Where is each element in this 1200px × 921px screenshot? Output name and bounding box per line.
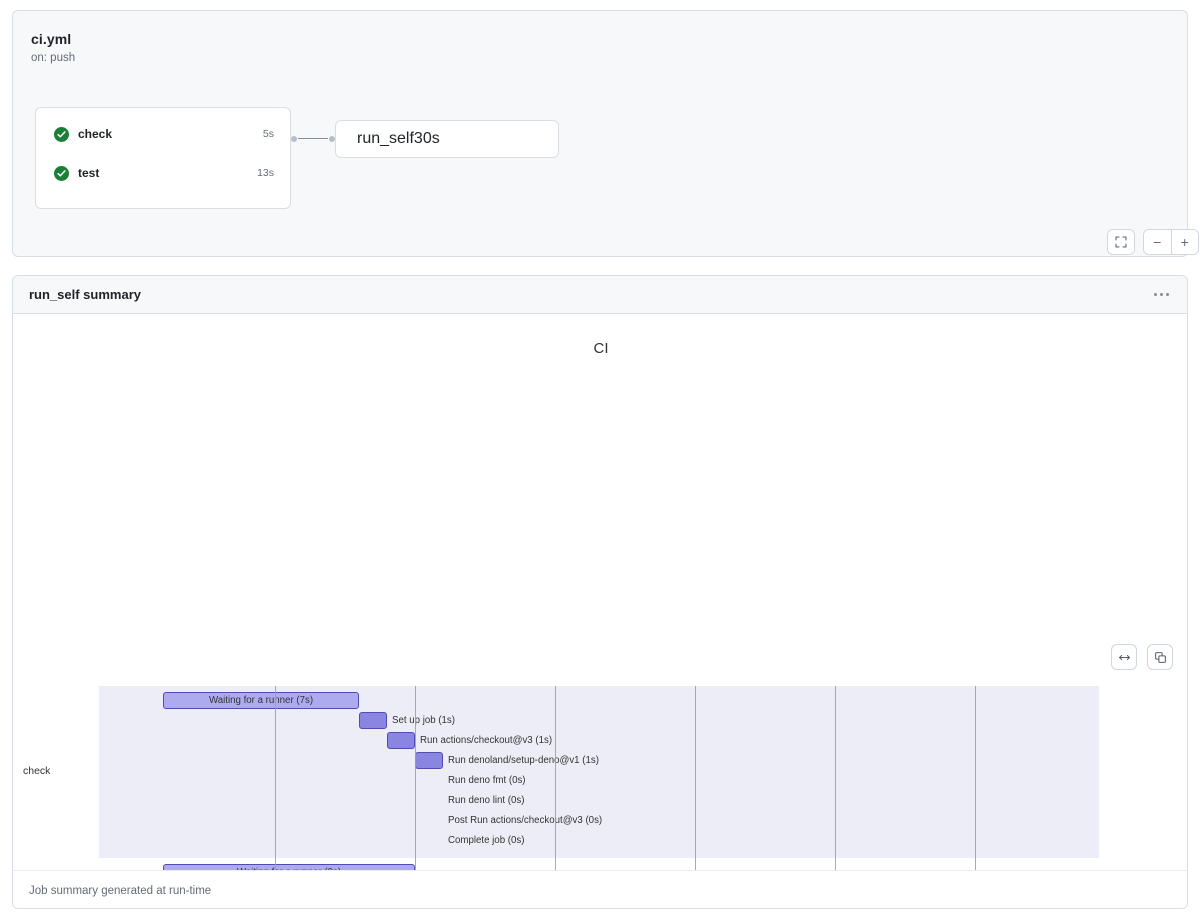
workflow-file-title: ci.yml [31,31,72,47]
graph-fit-button[interactable] [1107,229,1135,255]
horizontal-resize-icon[interactable] [1111,644,1137,670]
job-summary-card: run_self summary CI check Waiting for a r… [12,275,1188,909]
gantt-bar[interactable] [415,752,443,769]
zoom-out-button[interactable]: − [1144,230,1171,254]
workflow-edge [298,138,328,139]
graph-zoom-controls: − + [1143,229,1199,255]
workflow-graph-card: ci.yml on: push check 5s test 13s run_se… [12,10,1199,257]
job-name: check [78,127,113,141]
summary-title: run_self summary [29,287,141,302]
gantt-bar[interactable] [387,732,415,749]
gantt-bar-label: Complete job (0s) [448,835,525,846]
job-duration: 13s [257,167,274,179]
gantt-bar-label: Run actions/checkout@v3 (1s) [420,735,553,746]
kebab-menu-icon[interactable] [1150,287,1173,302]
gantt-bar[interactable] [359,712,387,729]
fit-screen-icon [1108,230,1134,254]
summary-footer-text: Job summary generated at run-time [29,884,212,897]
gantt-bar-label: Set up job (1s) [392,715,456,726]
job-node-check[interactable]: check 5s [36,115,290,153]
gantt-chart: CI check Waiting for a runner (7s) Set up … [13,314,1187,908]
gantt-bar-label: Waiting for a runner (7s) [208,695,314,706]
job-name: test [78,166,100,180]
gantt-bar-label: Run deno fmt (0s) [448,775,526,786]
chart-title: CI [593,340,609,357]
job-duration: 5s [262,128,274,140]
gantt-section-band [99,686,1099,858]
zoom-in-button[interactable]: + [1170,230,1198,254]
edge-source-dot [291,136,297,142]
check-circle-icon [54,165,69,181]
summary-footer: Job summary generated at run-time [13,870,1187,908]
gantt-bar-label: Post Run actions/checkout@v3 (0s) [448,815,603,826]
job-group-upstream: check 5s test 13s [35,107,291,209]
summary-header: run_self summary [13,276,1187,314]
copy-icon[interactable] [1147,644,1173,670]
job-node-run-self[interactable]: run_self 30s [335,120,559,158]
job-duration: 30s [413,130,440,147]
job-name: run_self [357,130,414,147]
gantt-bar-label: Run deno lint (0s) [448,795,525,806]
job-node-test[interactable]: test 13s [36,154,290,192]
gantt-bar-label: Run denoland/setup-deno@v1 (1s) [448,755,599,766]
gantt-section-label: check [23,765,51,777]
check-circle-icon [54,126,69,142]
check-circle-icon [348,130,357,148]
workflow-trigger-subtitle: on: push [31,52,76,64]
